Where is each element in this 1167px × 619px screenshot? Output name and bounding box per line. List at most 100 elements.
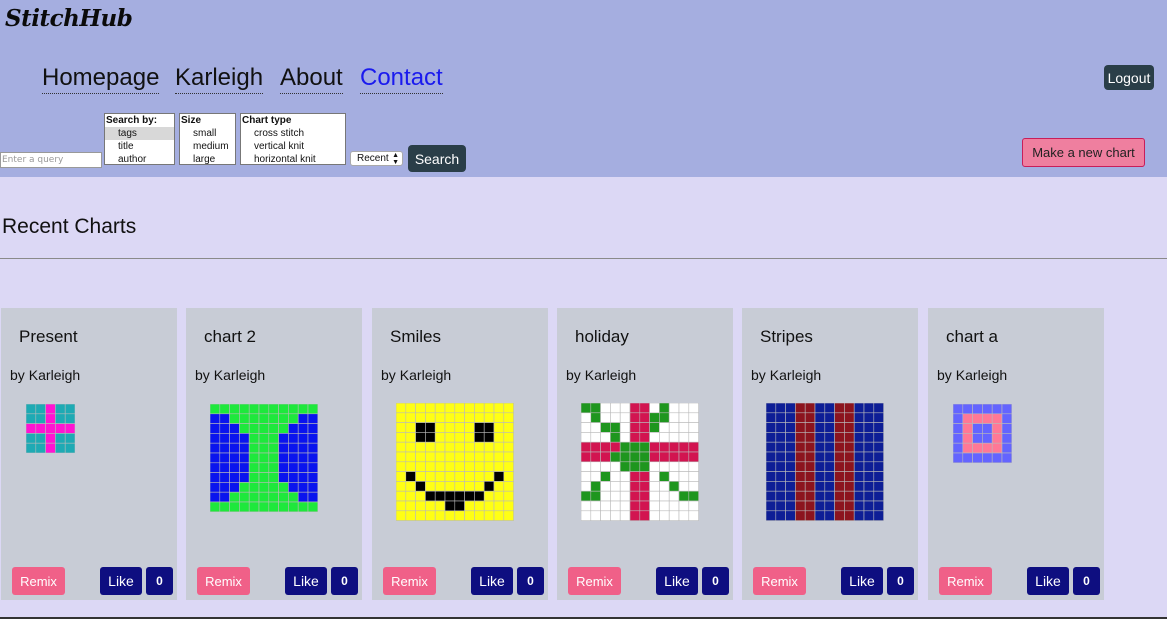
chart-preview[interactable] xyxy=(581,403,699,521)
chart-card[interactable]: Stripes by Karleigh Remix Like 0 xyxy=(742,308,918,600)
chart-type-select[interactable]: Chart type cross stitch vertical knit ho… xyxy=(240,113,346,165)
search-by-option-author[interactable]: author xyxy=(105,153,174,164)
size-option-large[interactable]: large xyxy=(180,153,235,164)
nav-contact[interactable]: Contact xyxy=(360,64,443,94)
size-option-medium[interactable]: medium xyxy=(180,140,235,153)
stitch-cell xyxy=(229,491,240,503)
card-title[interactable]: holiday xyxy=(575,327,629,347)
like-button[interactable]: Like xyxy=(285,567,327,595)
like-button[interactable]: Like xyxy=(1027,567,1069,595)
card-title[interactable]: chart a xyxy=(946,327,998,347)
nav-about[interactable]: About xyxy=(280,64,343,94)
search-button[interactable]: Search xyxy=(408,145,466,172)
remix-button[interactable]: Remix xyxy=(939,567,992,595)
stitch-cell xyxy=(853,441,865,453)
size-option-small[interactable]: small xyxy=(180,127,235,140)
card-author[interactable]: Karleigh xyxy=(770,367,821,383)
stitch-cell xyxy=(229,462,240,473)
nav-homepage[interactable]: Homepage xyxy=(42,64,160,94)
stitch-cell xyxy=(619,490,631,502)
stitch-cell xyxy=(649,432,660,443)
stitch-cell xyxy=(804,461,816,472)
card-author[interactable]: Karleigh xyxy=(585,367,636,383)
remix-button[interactable]: Remix xyxy=(753,567,806,595)
chart-type-option-horizontal-knit[interactable]: horizontal knit xyxy=(241,153,345,164)
like-button[interactable]: Like xyxy=(100,567,142,595)
search-by-select[interactable]: Search by: tags title author xyxy=(104,113,175,165)
stitch-cell xyxy=(434,481,446,492)
card-author[interactable]: Karleigh xyxy=(29,367,80,383)
stitch-cell xyxy=(297,442,309,454)
stitch-cell xyxy=(405,481,416,492)
stitch-cell xyxy=(581,441,592,453)
stitch-cell xyxy=(873,441,884,453)
stitch-cell xyxy=(210,501,221,512)
make-new-chart-button[interactable]: Make a new chart xyxy=(1022,138,1145,167)
stitch-cell xyxy=(464,441,475,453)
chart-preview[interactable] xyxy=(26,404,75,453)
chart-type-option-cross-stitch[interactable]: cross stitch xyxy=(241,127,345,140)
stitch-cell xyxy=(804,500,816,512)
chart-card[interactable]: chart 2 by Karleigh Remix Like 0 xyxy=(186,308,362,600)
stitch-cell xyxy=(982,413,993,424)
search-input[interactable] xyxy=(0,152,102,168)
stitch-cell xyxy=(619,403,631,414)
stitch-cell xyxy=(219,491,230,503)
search-by-option-title[interactable]: title xyxy=(105,140,174,153)
remix-button[interactable]: Remix xyxy=(12,567,65,595)
card-title[interactable]: Present xyxy=(19,327,78,347)
stitch-cell xyxy=(474,441,485,453)
stitch-cell xyxy=(814,461,826,472)
chart-preview[interactable] xyxy=(953,404,1012,463)
stitch-cell xyxy=(248,501,260,512)
chart-card[interactable]: Smiles by Karleigh Remix Like 0 xyxy=(372,308,548,600)
stitch-cell xyxy=(766,490,777,502)
card-title[interactable]: chart 2 xyxy=(204,327,256,347)
card-by-label: by xyxy=(566,367,581,383)
stitch-cell xyxy=(278,452,289,464)
stitch-cell xyxy=(991,442,1003,454)
card-title[interactable]: Smiles xyxy=(390,327,441,347)
sort-select[interactable]: Recent ▲ ▼ xyxy=(350,151,403,166)
stitch-cell xyxy=(425,500,436,512)
stitch-cell xyxy=(55,404,66,415)
chart-preview[interactable] xyxy=(396,403,514,521)
card-author[interactable]: Karleigh xyxy=(400,367,451,383)
chart-preview[interactable] xyxy=(766,403,884,521)
card-title[interactable]: Stripes xyxy=(760,327,813,347)
chart-preview[interactable] xyxy=(210,404,318,512)
remix-button[interactable]: Remix xyxy=(383,567,436,595)
stitch-cell xyxy=(434,510,446,521)
size-select[interactable]: Size small medium large xyxy=(179,113,236,165)
card-author[interactable]: Karleigh xyxy=(214,367,265,383)
chart-card[interactable]: holiday by Karleigh Remix Like 0 xyxy=(557,308,733,600)
chart-type-option-vertical-knit[interactable]: vertical knit xyxy=(241,140,345,153)
stitch-cell xyxy=(795,461,806,472)
card-author[interactable]: Karleigh xyxy=(956,367,1007,383)
stitch-cell xyxy=(297,423,309,434)
like-button[interactable]: Like xyxy=(841,567,883,595)
logo[interactable]: StitchHub xyxy=(5,5,133,32)
stitch-cell xyxy=(629,481,641,492)
stitch-cell xyxy=(814,500,826,512)
chart-card[interactable]: chart a by Karleigh Remix Like 0 xyxy=(928,308,1104,600)
stitch-cell xyxy=(619,500,631,512)
remix-button[interactable]: Remix xyxy=(568,567,621,595)
chart-card[interactable]: Present by Karleigh Remix Like 0 xyxy=(1,308,177,600)
nav-profile[interactable]: Karleigh xyxy=(175,64,264,94)
stitch-cell xyxy=(629,471,641,482)
search-by-option-tags[interactable]: tags xyxy=(105,127,174,140)
stitch-cell xyxy=(600,481,611,492)
like-button[interactable]: Like xyxy=(471,567,513,595)
stitch-cell xyxy=(493,490,505,502)
card-author-line: by Karleigh xyxy=(10,367,80,383)
stitch-cell xyxy=(288,482,299,493)
logout-button[interactable]: Logout xyxy=(1104,65,1154,90)
like-button[interactable]: Like xyxy=(656,567,698,595)
remix-button[interactable]: Remix xyxy=(197,567,250,595)
stitch-cell xyxy=(659,471,670,482)
stitch-cell xyxy=(844,451,855,463)
stitch-cell xyxy=(853,471,865,482)
stitch-cell xyxy=(219,452,230,464)
stitch-cell xyxy=(464,490,475,502)
